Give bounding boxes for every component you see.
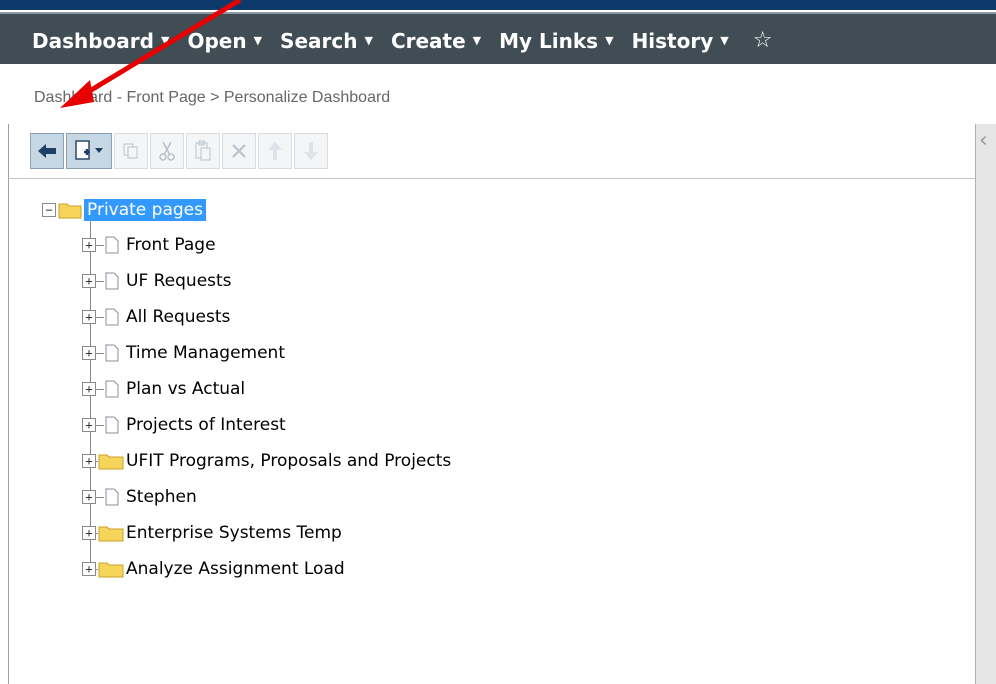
tree-connector <box>96 244 104 246</box>
tree-connector <box>96 316 104 318</box>
menu-create[interactable]: Create ▼ <box>391 29 481 53</box>
folder-icon <box>98 526 124 542</box>
folder-open-icon <box>58 203 82 219</box>
menu-open[interactable]: Open ▼ <box>187 29 262 53</box>
tree-node-front-page[interactable]: + Front Page <box>82 231 216 259</box>
delete-button[interactable] <box>222 133 256 169</box>
back-button[interactable] <box>30 133 64 169</box>
tree-node-enterprise-systems-temp[interactable]: + Enterprise Systems Temp <box>82 519 342 547</box>
folder-icon <box>98 454 124 470</box>
tree-connector <box>96 496 104 498</box>
collapse-panel-icon[interactable]: ‹ <box>979 128 988 153</box>
toolbar-divider <box>8 178 975 179</box>
move-up-icon <box>268 142 282 160</box>
tree-root-label: Private pages <box>84 199 206 221</box>
top-strip <box>0 0 996 12</box>
tree-connector <box>96 352 104 354</box>
expand-icon[interactable]: + <box>82 562 96 576</box>
tree-connector <box>96 424 104 426</box>
cut-icon <box>159 141 175 161</box>
tree-toolbar <box>30 133 330 169</box>
tree-node-label: Stephen <box>126 487 197 507</box>
tree-node-all-requests[interactable]: + All Requests <box>82 303 230 331</box>
caret-down-icon: ▼ <box>605 34 614 47</box>
tree-node-label: Time Management <box>126 343 285 363</box>
menu-open-label: Open <box>187 28 247 53</box>
new-page-button[interactable] <box>66 133 112 169</box>
main-navbar: Dashboard ▼ Open ▼ Search ▼ Create ▼ My Link… <box>0 12 996 64</box>
tree-node-label: Projects of Interest <box>126 415 286 435</box>
menu-dashboard[interactable]: Dashboard ▼ <box>32 29 169 53</box>
caret-down-icon: ▼ <box>364 34 373 47</box>
tree-node-label: Enterprise Systems Temp <box>126 523 342 543</box>
move-down-button[interactable] <box>294 133 328 169</box>
menu-search[interactable]: Search ▼ <box>280 29 373 53</box>
delete-icon <box>232 144 246 158</box>
cut-button[interactable] <box>150 133 184 169</box>
new-page-icon <box>75 140 103 160</box>
page-icon <box>105 488 119 506</box>
tree-node-label: UF Requests <box>126 271 232 291</box>
paste-icon <box>195 140 211 161</box>
tree-node-label: All Requests <box>126 307 231 327</box>
panel-left-border <box>8 124 9 684</box>
folder-icon <box>98 562 124 578</box>
expand-icon[interactable]: + <box>82 346 96 360</box>
tree-node-analyze-assignment-load[interactable]: + Analyze Assignment Load <box>82 555 345 583</box>
expand-icon[interactable]: + <box>82 238 96 252</box>
tree-node-stephen[interactable]: + Stephen <box>82 483 197 511</box>
menu-search-label: Search <box>280 28 358 53</box>
menu-history[interactable]: History ▼ <box>632 29 729 53</box>
menu-my-links-label: My Links <box>499 28 599 53</box>
caret-down-icon: ▼ <box>253 34 263 47</box>
expand-icon[interactable]: + <box>82 418 96 432</box>
tree-node-plan-vs-actual[interactable]: + Plan vs Actual <box>82 375 245 403</box>
expand-icon[interactable]: + <box>82 526 96 540</box>
menu-history-label: History <box>631 28 714 53</box>
menu-dashboard-label: Dashboard <box>32 28 154 53</box>
page-icon <box>105 416 119 434</box>
move-down-icon <box>304 142 318 160</box>
header-accent-line <box>0 0 996 10</box>
tree-root-node[interactable]: − Private pages <box>42 196 206 224</box>
breadcrumb: Dashboard - Front Page > Personalize Das… <box>34 89 391 106</box>
paste-button[interactable] <box>186 133 220 169</box>
menu-create-label: Create <box>390 28 466 53</box>
page-icon <box>105 380 119 398</box>
tree-node-time-management[interactable]: + Time Management <box>82 339 285 367</box>
tree-connector <box>96 388 104 390</box>
menu-my-links[interactable]: My Links ▼ <box>499 29 613 53</box>
page-icon <box>105 308 119 326</box>
move-up-button[interactable] <box>258 133 292 169</box>
expand-icon[interactable]: + <box>82 454 96 468</box>
collapse-icon[interactable]: − <box>42 203 56 217</box>
tree-node-label: Analyze Assignment Load <box>126 559 345 579</box>
star-outline-icon[interactable]: ☆ <box>753 28 773 53</box>
tree-connector <box>96 280 104 282</box>
copy-button[interactable] <box>114 133 148 169</box>
page-icon <box>105 236 119 254</box>
copy-icon <box>123 143 138 159</box>
expand-icon[interactable]: + <box>82 310 96 324</box>
tree-node-label: UFIT Programs, Proposals and Projects <box>126 451 452 471</box>
tree-node-ufit-programs[interactable]: + UFIT Programs, Proposals and Projects <box>82 447 451 475</box>
tree-node-label: Front Page <box>126 235 216 255</box>
tree-node-projects-of-interest[interactable]: + Projects of Interest <box>82 411 286 439</box>
caret-down-icon: ▼ <box>472 34 482 47</box>
back-arrow-icon <box>38 144 56 158</box>
panel-right-scrollbar[interactable]: ‹ <box>975 124 996 684</box>
caret-down-icon: ▼ <box>160 34 170 47</box>
page-icon <box>105 344 119 362</box>
expand-icon[interactable]: + <box>82 274 96 288</box>
caret-down-icon: ▼ <box>720 34 729 47</box>
tree-node-uf-requests[interactable]: + UF Requests <box>82 267 232 295</box>
page-icon <box>105 272 119 290</box>
expand-icon[interactable]: + <box>82 382 96 396</box>
expand-icon[interactable]: + <box>82 490 96 504</box>
navbar-menu: Dashboard ▼ Open ▼ Search ▼ Create ▼ My Link… <box>32 28 772 53</box>
tree-node-label: Plan vs Actual <box>126 379 246 399</box>
